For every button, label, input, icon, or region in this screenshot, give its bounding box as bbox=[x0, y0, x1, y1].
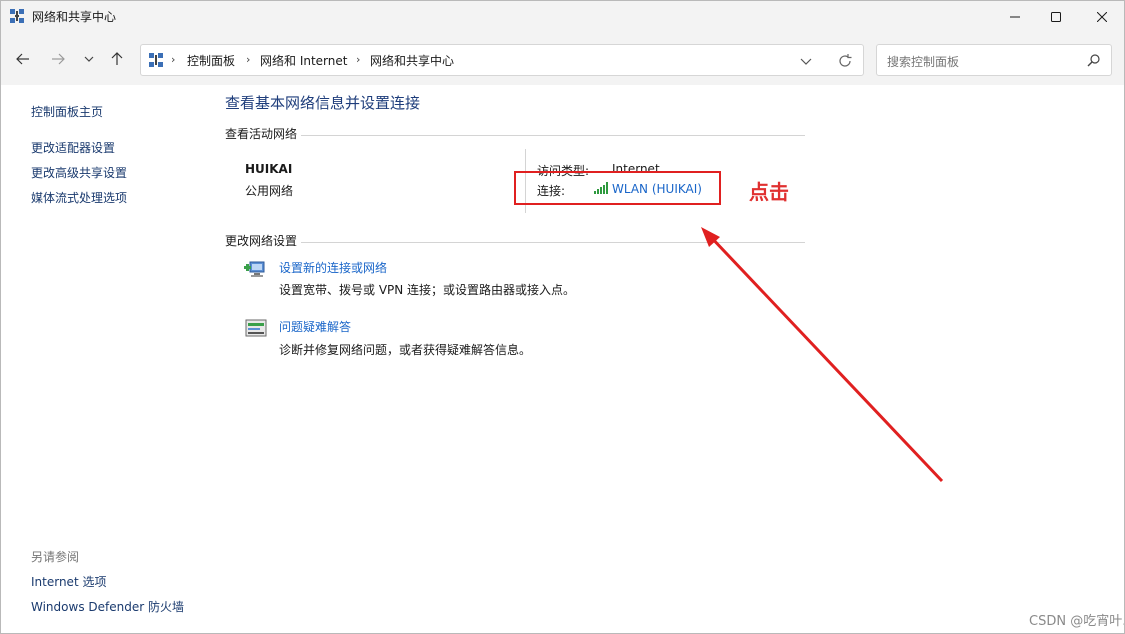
network-type: 公用网络 bbox=[245, 184, 294, 198]
forward-button[interactable] bbox=[46, 47, 70, 71]
minimize-button[interactable] bbox=[992, 1, 1038, 33]
search-input[interactable]: 搜索控制面板 bbox=[876, 44, 1112, 76]
troubleshoot-link[interactable]: 问题疑难解答 bbox=[279, 318, 351, 335]
chevron-down-icon bbox=[84, 56, 94, 62]
see-also-label: 另请参阅 bbox=[31, 550, 80, 564]
title-bar: 网络和共享中心 bbox=[1, 1, 1124, 33]
section-divider bbox=[225, 135, 805, 136]
breadcrumb-network-sharing-center[interactable]: 网络和共享中心 bbox=[370, 52, 454, 69]
up-button[interactable] bbox=[105, 47, 129, 71]
breadcrumb-control-panel[interactable]: 控制面板 bbox=[187, 52, 235, 69]
up-arrow-icon bbox=[111, 52, 123, 65]
maximize-button[interactable] bbox=[1033, 1, 1079, 33]
search-icon[interactable] bbox=[1087, 53, 1101, 67]
breadcrumb-separator: › bbox=[246, 53, 251, 66]
internet-options-link[interactable]: Internet 选项 bbox=[31, 573, 106, 590]
network-icon bbox=[10, 9, 24, 23]
back-arrow-icon bbox=[16, 53, 29, 65]
change-settings-heading: 更改网络设置 bbox=[225, 232, 302, 249]
page-title: 查看基本网络信息并设置连接 bbox=[225, 94, 421, 112]
control-panel-window: 网络和共享中心 › 控制面板 › 网络和 Internet › 网络和共享中心 … bbox=[0, 0, 1125, 634]
refresh-icon[interactable] bbox=[836, 52, 854, 70]
forward-arrow-icon bbox=[52, 53, 65, 65]
section-divider bbox=[225, 242, 805, 243]
navigation-bar: › 控制面板 › 网络和 Internet › 网络和共享中心 搜索控制面板 bbox=[1, 33, 1124, 85]
back-button[interactable] bbox=[11, 47, 35, 71]
troubleshoot-desc: 诊断并修复网络问题，或者获得疑难解答信息。 bbox=[279, 343, 532, 357]
new-connection-icon bbox=[244, 261, 265, 277]
close-icon bbox=[1097, 12, 1107, 22]
setup-new-connection-desc: 设置宽带、拨号或 VPN 连接；或设置路由器或接入点。 bbox=[279, 283, 576, 297]
sidebar-media-streaming-link[interactable]: 媒体流式处理选项 bbox=[31, 189, 127, 206]
breadcrumb-network-internet[interactable]: 网络和 Internet bbox=[260, 52, 347, 69]
window-title: 网络和共享中心 bbox=[32, 10, 117, 24]
maximize-icon bbox=[1051, 12, 1061, 22]
recent-locations-button[interactable] bbox=[77, 47, 101, 71]
click-annotation-label: 点击 bbox=[749, 180, 789, 204]
search-placeholder: 搜索控制面板 bbox=[887, 55, 960, 69]
chevron-down-icon[interactable] bbox=[799, 54, 813, 68]
troubleshoot-icon bbox=[245, 319, 267, 337]
defender-firewall-link[interactable]: Windows Defender 防火墙 bbox=[31, 598, 184, 615]
network-icon bbox=[149, 53, 163, 67]
annotation-arrow bbox=[701, 227, 944, 483]
watermark: CSDN @吃宵叶. bbox=[1029, 614, 1125, 629]
breadcrumb-separator: › bbox=[356, 53, 361, 66]
minimize-icon bbox=[1010, 16, 1020, 18]
active-networks-heading: 查看活动网络 bbox=[225, 125, 302, 142]
network-name: HUIKAI bbox=[245, 162, 293, 176]
breadcrumb-separator: › bbox=[171, 53, 176, 66]
highlight-box bbox=[514, 171, 721, 205]
sidebar-change-adapter-link[interactable]: 更改适配器设置 bbox=[31, 139, 115, 156]
setup-new-connection-link[interactable]: 设置新的连接或网络 bbox=[279, 259, 387, 276]
sidebar-advanced-sharing-link[interactable]: 更改高级共享设置 bbox=[31, 164, 127, 181]
address-bar[interactable]: › 控制面板 › 网络和 Internet › 网络和共享中心 bbox=[140, 44, 864, 76]
sidebar-home-link[interactable]: 控制面板主页 bbox=[31, 103, 103, 120]
close-button[interactable] bbox=[1079, 1, 1124, 33]
